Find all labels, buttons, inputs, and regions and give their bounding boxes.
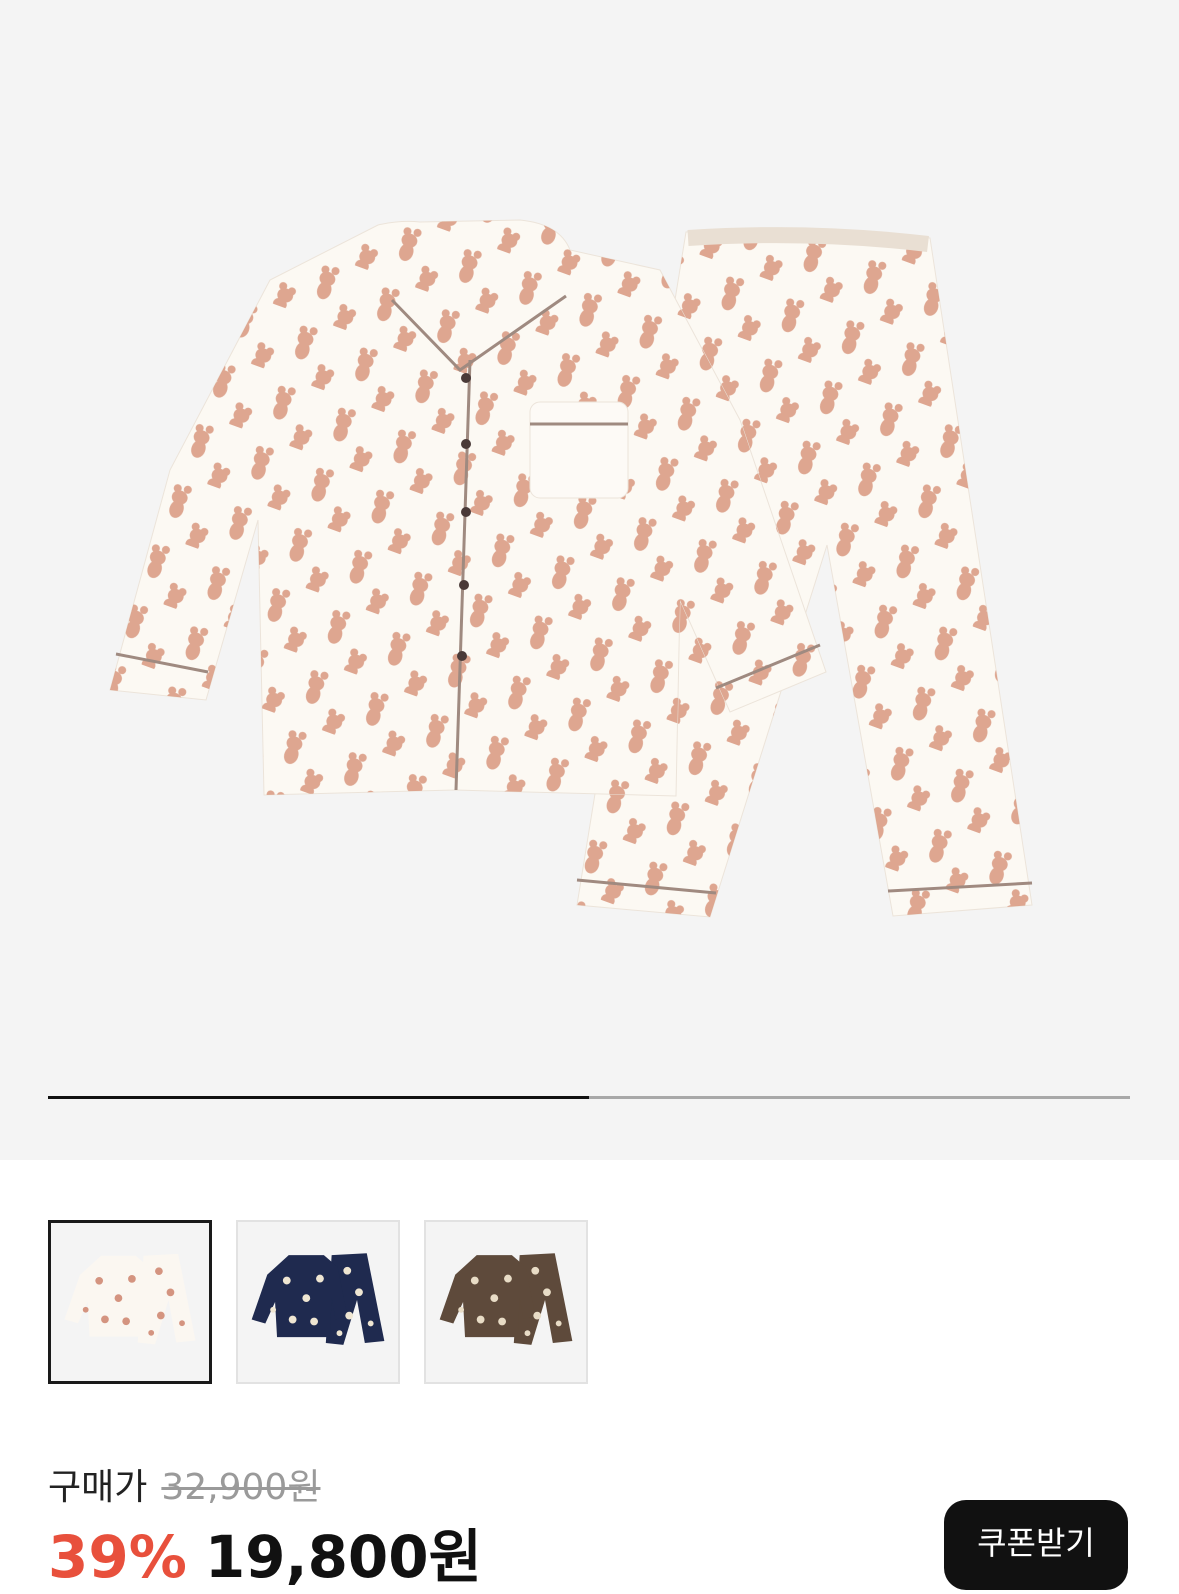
sale-price-row: 39% 19,800원 (48, 1510, 482, 1594)
pajama-thumbnail-icon (251, 1253, 385, 1345)
coupon-button[interactable]: 쿠폰받기 (944, 1500, 1128, 1590)
product-gallery[interactable] (0, 0, 1179, 1160)
sale-price: 19,800원 (204, 1523, 483, 1591)
color-thumbnail-ivory[interactable] (48, 1220, 212, 1384)
pajama-thumbnail-icon (64, 1253, 196, 1345)
color-thumbnail-brown[interactable] (424, 1220, 588, 1384)
color-thumbnail-list (48, 1220, 588, 1384)
gallery-progress-bar (48, 1096, 1130, 1099)
purchase-price-label: 구매가 (48, 1467, 148, 1508)
color-thumbnail-navy[interactable] (236, 1220, 400, 1384)
original-price: 32,900원 (161, 1467, 321, 1508)
discount-rate: 39% (48, 1523, 187, 1591)
pajama-set-image (109, 219, 1033, 918)
price-label-row: 구매가 32,900원 (48, 1458, 320, 1510)
gallery-progress-fill (48, 1096, 589, 1099)
pajama-thumbnail-icon (439, 1253, 573, 1345)
